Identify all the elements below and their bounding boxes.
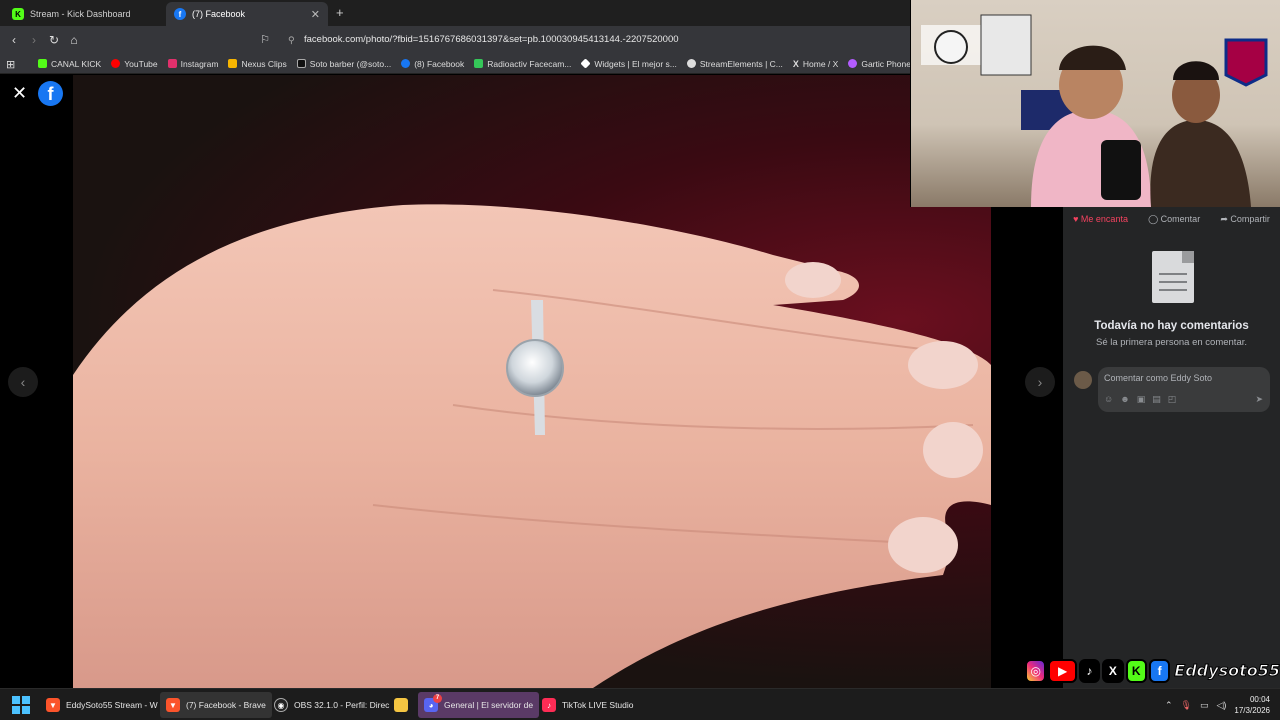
- previous-photo-button[interactable]: ‹: [8, 367, 38, 397]
- comment-button[interactable]: ◯ Comentar: [1148, 214, 1200, 225]
- show-hidden-icons-icon[interactable]: ⌃: [1165, 700, 1173, 711]
- bookmark-canal-kick[interactable]: CANAL KICK: [38, 59, 101, 69]
- share-button[interactable]: ➦ Compartir: [1220, 214, 1270, 225]
- social-handle-overlay: ◎ ▶ ♪ X K f Eddysoto55: [1025, 656, 1280, 685]
- avatar-sticker-icon[interactable]: ☺: [1104, 394, 1113, 405]
- taskbar-item-discord[interactable]: ◕ 7 General | El servidor de: [418, 692, 540, 718]
- youtube-icon: ▶: [1048, 658, 1077, 683]
- volume-icon[interactable]: ◁): [1216, 700, 1226, 711]
- tiktok-icon: ♪: [1078, 658, 1101, 683]
- kick-icon: K: [1125, 658, 1147, 683]
- taskbar-item-tiktok-live[interactable]: ♪ TikTok LIVE Studio: [536, 692, 640, 718]
- bookmark-radioactiv[interactable]: Radioactiv Facecam...: [474, 59, 571, 69]
- webcam-feed-image: [921, 14, 1268, 207]
- apps-grid-icon[interactable]: ⊞: [6, 58, 15, 71]
- comment-tools: ☺ ☻ ▣ ▤ ◰: [1104, 394, 1176, 405]
- windows-taskbar: ▼ EddySoto55 Stream - W ▼ (7) Facebook -…: [0, 688, 1280, 720]
- youtube-icon: [111, 59, 121, 68]
- tab-label: Stream - Kick Dashboard: [30, 9, 131, 19]
- close-icon[interactable]: ✕: [12, 83, 27, 104]
- no-comments-title: Todavía no hay comentarios: [1094, 320, 1249, 332]
- love-reaction-button[interactable]: ♥ Me encanta: [1073, 214, 1128, 224]
- sticker-icon[interactable]: ◰: [1168, 394, 1177, 405]
- kick-icon: K: [12, 8, 24, 20]
- gartic-icon: [848, 59, 858, 68]
- folder-icon: [394, 698, 408, 712]
- home-button[interactable]: ⌂: [66, 32, 82, 48]
- url-text: facebook.com/photo/?fbid=151676768603139…: [304, 34, 679, 45]
- instagram-icon: [167, 59, 177, 68]
- photo: [73, 75, 991, 688]
- close-tab-icon[interactable]: ✕: [311, 8, 320, 21]
- hand-with-ring-image: [73, 204, 991, 688]
- x-icon: X: [1102, 658, 1124, 683]
- site-info-icon[interactable]: ⚲: [288, 30, 295, 50]
- comment-placeholder: Comentar como Eddy Soto: [1104, 373, 1213, 383]
- gif-icon[interactable]: ▤: [1152, 394, 1161, 405]
- tiktok-icon: [296, 59, 306, 68]
- tab-label: (7) Facebook: [192, 9, 246, 19]
- facebook-logo-icon[interactable]: f: [38, 81, 63, 106]
- kick-icon: [38, 59, 47, 68]
- webcam-overlay: [910, 0, 1280, 207]
- send-icon[interactable]: ➤: [1255, 394, 1263, 405]
- bookmark-streamelements[interactable]: StreamElements | C...: [686, 59, 783, 69]
- reload-button[interactable]: ↻: [46, 32, 62, 48]
- taskbar-item-facebook-brave[interactable]: ▼ (7) Facebook - Brave: [160, 692, 272, 718]
- widgets-icon: [580, 58, 591, 69]
- forward-button[interactable]: ›: [26, 32, 42, 48]
- obs-icon: ◉: [274, 698, 288, 712]
- next-photo-button[interactable]: ›: [1025, 367, 1055, 397]
- tab-facebook[interactable]: f (7) Facebook ✕: [166, 2, 328, 26]
- clock[interactable]: 00:04 17/3/2026: [1234, 694, 1270, 716]
- url-field[interactable]: ⚲ facebook.com/photo/?fbid=1516767686031…: [280, 30, 900, 50]
- streamelements-icon: [686, 59, 696, 68]
- notification-badge: 7: [433, 694, 442, 703]
- clock-date: 17/3/2026: [1234, 706, 1270, 715]
- bookmark-widgets[interactable]: Widgets | El mejor s...: [580, 58, 677, 69]
- nexus-icon: [228, 59, 238, 68]
- microphone-icon[interactable]: 🎙︎: [1181, 700, 1192, 711]
- tiktok-icon: ♪: [542, 698, 556, 712]
- radioactiv-icon: [474, 59, 484, 68]
- bookmark-facebook[interactable]: (8) Facebook: [401, 59, 464, 69]
- bookmark-instagram[interactable]: Instagram: [167, 59, 218, 69]
- emoji-icon[interactable]: ☻: [1120, 394, 1129, 405]
- back-button[interactable]: ‹: [6, 32, 22, 48]
- bookmark-nexus-clips[interactable]: Nexus Clips: [228, 59, 287, 69]
- taskbar-item-file-explorer[interactable]: [388, 692, 414, 718]
- comment-input[interactable]: Comentar como Eddy Soto ☺ ☻ ▣ ▤ ◰ ➤: [1098, 367, 1270, 412]
- tab-kick-dashboard[interactable]: K Stream - Kick Dashboard: [4, 2, 164, 26]
- clock-time: 00:04: [1249, 695, 1270, 704]
- facebook-icon: [401, 59, 411, 68]
- bookmark-x[interactable]: X Home / X: [793, 59, 838, 69]
- bookmark-soto-barber[interactable]: Soto barber (@soto...: [296, 59, 391, 69]
- bookmark-youtube[interactable]: YouTube: [111, 59, 158, 69]
- new-tab-button[interactable]: +: [336, 5, 344, 20]
- camera-icon[interactable]: ▣: [1137, 394, 1146, 405]
- taskbar-item-eddysoto-stream[interactable]: ▼ EddySoto55 Stream - W: [40, 692, 164, 718]
- network-icon[interactable]: ▭: [1200, 700, 1209, 711]
- x-icon: X: [792, 58, 799, 69]
- no-comments-subtitle: Sé la primera persona en comentar.: [1095, 337, 1248, 348]
- discord-icon: ◕ 7: [424, 694, 442, 712]
- document-icon: [1152, 251, 1194, 303]
- brave-icon: ▼: [46, 698, 60, 712]
- facebook-icon: f: [1148, 658, 1171, 683]
- reaction-actions: ♥ Me encanta ◯ Comentar ➦ Compartir: [1063, 211, 1280, 227]
- streamer-handle: Eddysoto55: [1174, 661, 1280, 681]
- instagram-icon: ◎: [1025, 658, 1047, 683]
- avatar: [1074, 371, 1092, 389]
- system-tray: ⌃ 🎙︎ ▭ ◁) 00:04 17/3/2026: [1165, 694, 1270, 716]
- bookmark-icon[interactable]: ⚐: [257, 32, 273, 48]
- brave-icon: ▼: [166, 698, 180, 712]
- taskbar-item-obs[interactable]: ◉ OBS 32.1.0 - Perfil: Direc: [268, 692, 395, 718]
- facebook-icon: f: [174, 8, 186, 20]
- windows-start-icon[interactable]: [12, 696, 30, 714]
